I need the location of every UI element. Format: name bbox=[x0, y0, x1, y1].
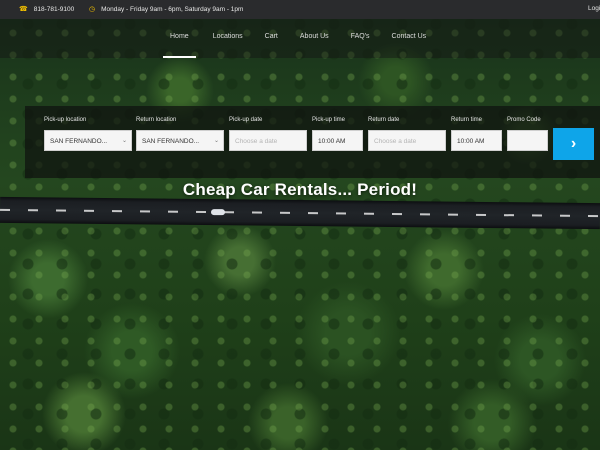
phone-info[interactable]: ☎ 818-781-9100 bbox=[19, 5, 74, 14]
return-time-field: Return time 10:00 AM bbox=[451, 117, 502, 151]
login-link[interactable]: Login bbox=[588, 5, 600, 12]
pickup-time-field: Pick-up time 10:00 AM bbox=[312, 117, 363, 151]
pickup-location-field: Pick-up location SAN FERNANDO... ⌄ bbox=[44, 117, 132, 151]
hours-text: Monday - Friday 9am - 6pm, Saturday 9am … bbox=[101, 5, 244, 13]
main-nav: Home Locations Cart About Us FAQ's Conta… bbox=[0, 19, 600, 58]
chevron-down-icon: ⌄ bbox=[121, 138, 127, 144]
nav-home[interactable]: Home bbox=[163, 33, 196, 58]
nav-about-us[interactable]: About Us bbox=[300, 33, 329, 40]
search-form: Pick-up location SAN FERNANDO... ⌄ Retur… bbox=[25, 106, 600, 178]
business-hours: ◷ Monday - Friday 9am - 6pm, Saturday 9a… bbox=[89, 5, 244, 14]
promo-code-input[interactable] bbox=[507, 130, 548, 151]
phone-icon: ☎ bbox=[19, 6, 28, 13]
chevron-down-icon: ⌄ bbox=[213, 138, 219, 144]
return-time-select[interactable]: 10:00 AM bbox=[451, 130, 502, 151]
hero-headline: Cheap Car Rentals... Period! bbox=[182, 180, 418, 199]
search-button[interactable]: › bbox=[553, 128, 594, 160]
nav-cart[interactable]: Cart bbox=[265, 33, 278, 40]
road-lane-marking bbox=[0, 208, 600, 218]
phone-number[interactable]: 818-781-9100 bbox=[34, 6, 74, 13]
chevron-right-icon: › bbox=[570, 135, 577, 152]
nav-locations[interactable]: Locations bbox=[213, 33, 243, 40]
pickup-date-label: Pick-up date bbox=[229, 117, 263, 123]
top-bar: ☎ 818-781-9100 ◷ Monday - Friday 9am - 6… bbox=[0, 0, 600, 19]
pickup-date-field: Pick-up date Choose a date bbox=[229, 117, 307, 151]
pickup-location-select[interactable]: SAN FERNANDO... ⌄ bbox=[44, 130, 132, 151]
hero-background bbox=[0, 0, 600, 450]
car-icon bbox=[210, 209, 226, 216]
return-location-select[interactable]: SAN FERNANDO... ⌄ bbox=[136, 130, 224, 151]
pickup-time-label: Pick-up time bbox=[312, 117, 346, 123]
pickup-location-label: Pick-up location bbox=[44, 117, 87, 123]
return-date-field: Return date Choose a date bbox=[368, 117, 446, 151]
return-location-field: Return location SAN FERNANDO... ⌄ bbox=[136, 117, 224, 151]
nav-faqs[interactable]: FAQ's bbox=[351, 33, 370, 40]
pickup-time-select[interactable]: 10:00 AM bbox=[312, 130, 363, 151]
promo-code-field: Promo Code bbox=[507, 117, 548, 151]
return-date-label: Return date bbox=[368, 117, 400, 123]
return-location-label: Return location bbox=[136, 117, 177, 123]
pickup-date-input[interactable]: Choose a date bbox=[229, 130, 307, 151]
return-date-input[interactable]: Choose a date bbox=[368, 130, 446, 151]
return-time-label: Return time bbox=[451, 117, 483, 123]
nav-contact-us[interactable]: Contact Us bbox=[392, 33, 427, 40]
promo-code-label: Promo Code bbox=[507, 117, 541, 123]
clock-icon: ◷ bbox=[89, 6, 96, 13]
